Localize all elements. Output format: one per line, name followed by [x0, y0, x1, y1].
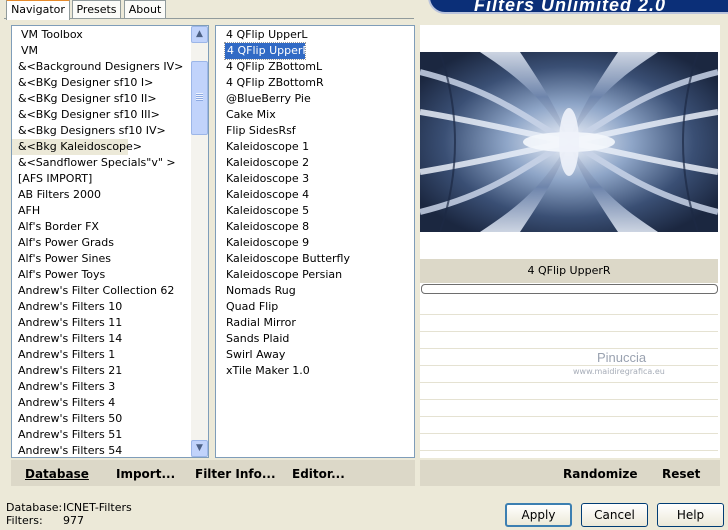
list-item[interactable]: Andrew's Filters 3 — [12, 379, 115, 395]
list-item[interactable]: Kaleidoscope 3 — [216, 171, 309, 187]
list-item[interactable]: Andrew's Filters 14 — [12, 331, 122, 347]
list-item[interactable]: 4 QFlip ZBottomR — [216, 75, 324, 91]
preview-filter-name: 4 QFlip UpperR — [420, 259, 718, 283]
list-item[interactable]: Kaleidoscope 5 — [216, 203, 309, 219]
list-item[interactable]: Andrew's Filters 54 — [12, 443, 122, 457]
divider — [420, 331, 718, 332]
preview-image — [420, 52, 718, 232]
list-item[interactable]: Kaleidoscope 2 — [216, 155, 309, 171]
list-item[interactable]: &<Bkg Designers sf10 IV> — [12, 123, 166, 139]
watermark-name: Pinuccia — [597, 350, 647, 365]
list-item[interactable]: &<BKg Designer sf10 II> — [12, 91, 157, 107]
category-list[interactable]: VM Toolbox VM &<Background Designers IV> &<… — [11, 25, 209, 458]
tab-presets[interactable]: Presets — [72, 0, 121, 18]
list-item[interactable]: Andrew's Filters 21 — [12, 363, 122, 379]
progress-bar — [421, 284, 718, 294]
list-item[interactable]: Andrew's Filters 51 — [12, 427, 122, 443]
list-item[interactable]: Andrew's Filters 4 — [12, 395, 115, 411]
list-item[interactable]: 4 QFlip ZBottomL — [216, 59, 322, 75]
list-item[interactable]: Flip SidesRsf — [216, 123, 296, 139]
list-item[interactable]: &<Bkg Kaleidoscope> — [12, 139, 142, 155]
database-button[interactable]: Database — [25, 466, 89, 482]
list-item[interactable]: Alf's Power Toys — [12, 267, 105, 283]
list-item[interactable]: Sands Plaid — [216, 331, 289, 347]
list-item[interactable]: @BlueBerry Pie — [216, 91, 311, 107]
divider — [420, 365, 718, 366]
list-item[interactable]: AFH — [12, 203, 40, 219]
filter-info-button[interactable]: Filter Info... — [195, 466, 276, 482]
status-database-label: Database: — [6, 501, 63, 514]
list-item[interactable]: Cake Mix — [216, 107, 276, 123]
cancel-button[interactable]: Cancel — [581, 503, 648, 527]
tab-navigator[interactable]: Navigator — [6, 0, 70, 20]
list-item[interactable]: Quad Flip — [216, 299, 278, 315]
status-filters-label: Filters: — [6, 514, 43, 527]
list-item[interactable]: Andrew's Filter Collection 62 — [12, 283, 174, 299]
list-item[interactable]: xTile Maker 1.0 — [216, 363, 310, 379]
app-title: Filters Unlimited 2.0 — [474, 0, 667, 14]
help-button[interactable]: Help — [657, 503, 724, 527]
list-item[interactable]: 4 QFlip UpperR — [224, 42, 310, 60]
editor-button[interactable]: Editor... — [292, 466, 345, 482]
status-database-value: ICNET-Filters — [63, 501, 132, 514]
list-item[interactable]: Swirl Away — [216, 347, 285, 363]
list-item[interactable]: Nomads Rug — [216, 283, 296, 299]
watermark-url: www.maidiregrafica.eu — [573, 367, 665, 376]
list-item[interactable]: &<Background Designers IV> — [12, 59, 183, 75]
database-button-label: Database — [25, 467, 89, 481]
app-title-banner: Filters Unlimited 2.0 — [428, 0, 728, 14]
divider — [420, 399, 718, 400]
scroll-down-icon[interactable]: ▼ — [191, 440, 208, 457]
list-item[interactable]: Kaleidoscope 4 — [216, 187, 309, 203]
status-filters-value: 977 — [63, 514, 84, 527]
randomize-button[interactable]: Randomize — [563, 466, 637, 482]
list-item[interactable]: Andrew's Filters 10 — [12, 299, 122, 315]
grip-icon — [196, 93, 203, 101]
list-item[interactable]: &<Sandflower Specials"v" > — [12, 155, 176, 171]
divider — [420, 382, 718, 383]
list-item[interactable]: Alf's Power Grads — [12, 235, 114, 251]
list-item[interactable]: Kaleidoscope Persian — [216, 267, 342, 283]
divider — [420, 450, 718, 451]
apply-button[interactable]: Apply — [505, 503, 572, 527]
category-scrollbar[interactable]: ▲ ▼ — [191, 26, 208, 457]
list-item[interactable]: Radial Mirror — [216, 315, 296, 331]
list-item[interactable]: [AFS IMPORT] — [12, 171, 92, 187]
list-item[interactable]: VM — [12, 43, 38, 59]
filter-list[interactable]: 4 QFlip UpperL 4 QFlip UpperR 4 QFlip ZBot… — [215, 25, 415, 458]
list-item[interactable]: Kaleidoscope 1 — [216, 139, 309, 155]
list-item[interactable]: AB Filters 2000 — [12, 187, 101, 203]
list-item[interactable]: VM Toolbox — [12, 27, 83, 43]
list-item[interactable]: Alf's Border FX — [12, 219, 99, 235]
divider — [420, 416, 718, 417]
divider — [420, 433, 718, 434]
list-item[interactable]: Alf's Power Sines — [12, 251, 111, 267]
import-button[interactable]: Import... — [116, 466, 175, 482]
list-item[interactable]: &<BKg Designer sf10 I> — [12, 75, 153, 91]
divider — [420, 348, 718, 349]
list-item[interactable]: Kaleidoscope Butterfly — [216, 251, 350, 267]
scroll-thumb[interactable] — [191, 61, 208, 135]
list-item[interactable]: Andrew's Filters 1 — [12, 347, 115, 363]
list-item[interactable]: &<BKg Designer sf10 III> — [12, 107, 160, 123]
reset-button[interactable]: Reset — [662, 466, 700, 482]
list-item[interactable]: Andrew's Filters 11 — [12, 315, 122, 331]
divider — [420, 314, 718, 315]
list-item[interactable]: Kaleidoscope 8 — [216, 219, 309, 235]
tab-about[interactable]: About — [124, 0, 166, 18]
list-item[interactable]: Kaleidoscope 9 — [216, 235, 309, 251]
scroll-up-icon[interactable]: ▲ — [191, 26, 208, 43]
list-item[interactable]: Andrew's Filters 50 — [12, 411, 122, 427]
list-item[interactable]: 4 QFlip UpperL — [216, 27, 308, 43]
